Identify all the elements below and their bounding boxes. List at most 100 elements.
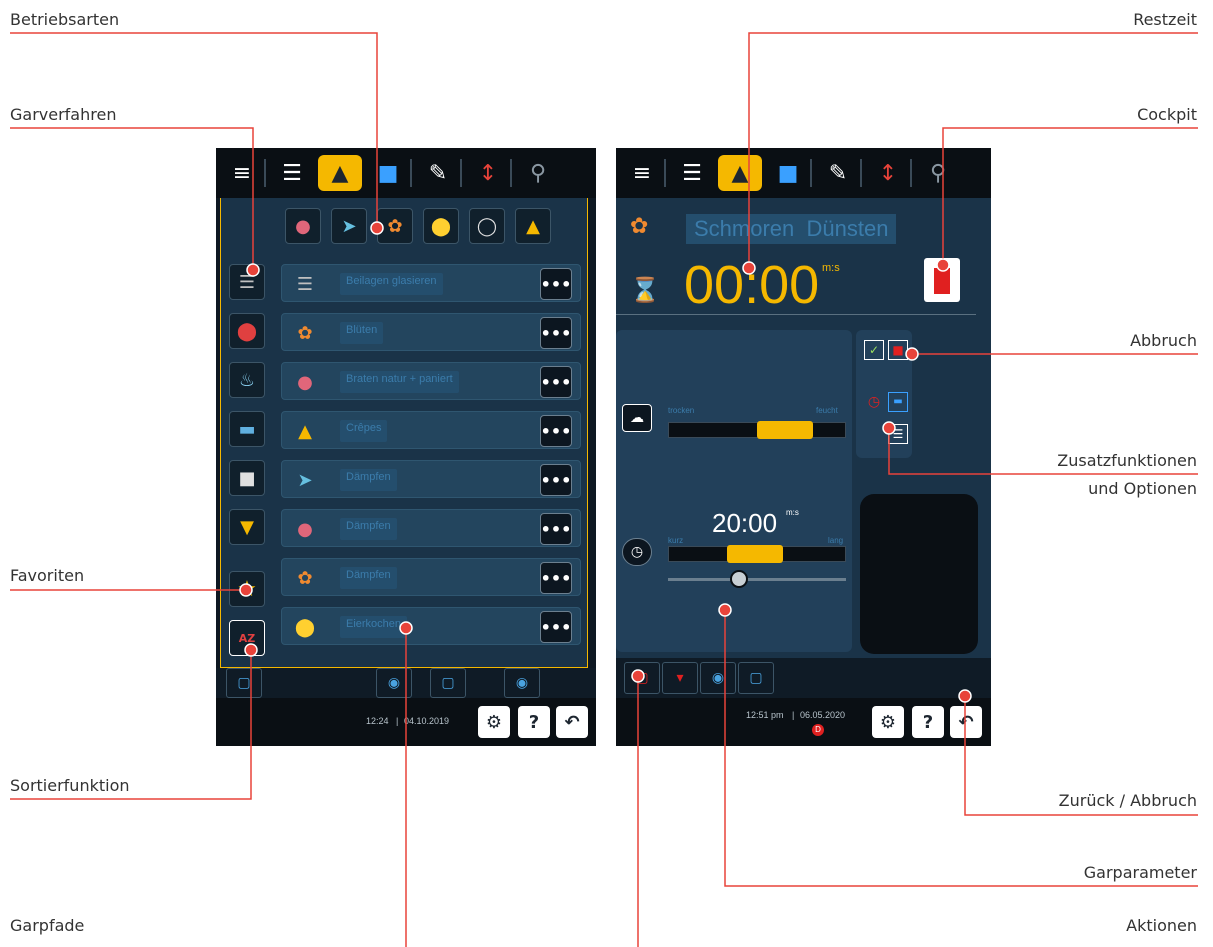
timer-red-icon[interactable]: ◷ (864, 392, 884, 412)
time-slider-knob[interactable] (727, 545, 783, 563)
tray-in-icon[interactable]: ▾ (662, 662, 698, 694)
settings-button[interactable]: ⚙ (478, 706, 510, 738)
sliders-icon[interactable]: ☰ (270, 155, 314, 191)
fine-slider-knob[interactable] (730, 570, 748, 588)
checklist-icon[interactable]: ✓ (864, 340, 884, 360)
tray-icon[interactable]: ▢ (226, 668, 262, 698)
list-item[interactable]: ▲ Crêpes ••• (281, 411, 581, 449)
chart-icon[interactable]: ■ (366, 155, 410, 191)
left-device-screen: ≡ ☰ ▲ ■ ✎ ↕ ⚲ ● ➤ ✿ ⬤ ◯ ▲ ☰ ⬤ ♨ ▬ ■ ▼ ★ … (216, 148, 596, 746)
back-abort-button[interactable]: ↶ (950, 706, 982, 738)
divider (664, 159, 666, 187)
sliders-icon[interactable]: ☰ (670, 155, 714, 191)
help-button[interactable]: ? (912, 706, 944, 738)
drop-icon[interactable]: ◉ (504, 668, 540, 698)
sort-az-icon[interactable]: AZ (229, 620, 265, 656)
divider (264, 159, 266, 187)
settings-button[interactable]: ⚙ (872, 706, 904, 738)
callout-garparameter: Garparameter (1083, 863, 1197, 882)
soup-icon[interactable]: ◯ (469, 208, 505, 244)
divider (910, 159, 912, 187)
pot-steam-icon[interactable]: ♨ (229, 362, 265, 398)
right-content-area: ✿ Schmoren Dünsten ⌛ 00:00 m:s ☁ trocken… (616, 198, 991, 668)
drop-icon[interactable]: ◉ (376, 668, 412, 698)
more-button[interactable]: ••• (540, 562, 572, 594)
more-button[interactable]: ••• (540, 366, 572, 398)
help-button[interactable]: ? (518, 706, 550, 738)
more-button[interactable]: ••• (540, 268, 572, 300)
list-item[interactable]: ● Braten natur + paniert ••• (281, 362, 581, 400)
clock-date: 04.10.2019 (404, 716, 450, 726)
tray-icon[interactable]: ▢ (430, 668, 466, 698)
tray-out-icon[interactable]: ▢ (624, 662, 660, 694)
edit-icon[interactable]: ✎ (816, 155, 860, 191)
more-button[interactable]: ••• (540, 464, 572, 496)
roaster-icon[interactable]: ▬ (229, 411, 265, 447)
dessert-icon[interactable]: ▲ (515, 208, 551, 244)
clock-date: 06.05.2020 (800, 710, 846, 720)
list-item-label: Dämpfen (340, 567, 397, 589)
abort-icon[interactable]: ■ (888, 340, 908, 360)
rack-icon[interactable]: ☰ (229, 264, 265, 300)
oil-icon[interactable]: ▼ (229, 509, 265, 545)
meat-icon: ● (297, 371, 313, 393)
menu-icon[interactable]: ≡ (620, 155, 664, 191)
edit-icon[interactable]: ✎ (416, 155, 460, 191)
star-icon[interactable]: ★ (229, 571, 265, 607)
divider (510, 159, 512, 187)
meat-icon[interactable]: ● (285, 208, 321, 244)
chart-icon[interactable]: ■ (766, 155, 810, 191)
drop-icon[interactable]: ◉ (700, 662, 736, 694)
list-item[interactable]: ● Dämpfen ••• (281, 509, 581, 547)
more-button[interactable]: ••• (540, 317, 572, 349)
hourglass-icon: ⌛ (630, 276, 660, 304)
list-item[interactable]: ➤ Dämpfen ••• (281, 460, 581, 498)
list-item-label: Eierkochen (340, 616, 408, 638)
callout-garpfade: Garpfade (10, 916, 85, 935)
more-button[interactable]: ••• (540, 513, 572, 545)
humidity-slider-knob[interactable] (757, 421, 813, 439)
remaining-time: 00:00 (684, 255, 820, 315)
callout-abbruch: Abbruch (1130, 331, 1197, 350)
list-item[interactable]: ⬤ Eierkochen ••• (281, 607, 581, 645)
tray-blue-icon[interactable]: ▬ (888, 392, 908, 412)
timer-icon: ◷ (622, 538, 652, 566)
back-button[interactable]: ↶ (556, 706, 588, 738)
tray-water-icon[interactable]: ▢ (738, 662, 774, 694)
sort-icon[interactable]: ↕ (866, 155, 910, 191)
left-action-strip: ▢ ◉ ▢ ◉ (216, 668, 596, 700)
more-button[interactable]: ••• (540, 611, 572, 643)
list-item[interactable]: ☰ Beilagen glasieren ••• (281, 264, 581, 302)
slider2-left-label: kurz (668, 536, 684, 545)
vegetable-icon[interactable]: ✿ (377, 208, 413, 244)
callout-zurueck-abbruch: Zurück / Abbruch (1058, 791, 1197, 810)
rack-icon: ☰ (296, 273, 314, 295)
parameter-panel: ☁ trocken feucht 20:00 m:s ◷ kurz lang (616, 330, 852, 652)
chef-hat-icon[interactable]: ▲ (718, 155, 762, 191)
fish-icon[interactable]: ➤ (331, 208, 367, 244)
search-icon[interactable]: ⚲ (916, 155, 960, 191)
egg-icon[interactable]: ⬤ (423, 208, 459, 244)
clock-time: 12:51 pm (746, 710, 784, 720)
cockpit-button[interactable] (924, 258, 960, 302)
fine-slider-track[interactable] (668, 578, 846, 581)
search-icon[interactable]: ⚲ (516, 155, 560, 191)
settings-sliders-icon[interactable]: ☰ (888, 424, 908, 444)
leader-lines (10, 32, 1198, 947)
left-content-area: ● ➤ ✿ ⬤ ◯ ▲ ☰ ⬤ ♨ ▬ ■ ▼ ★ AZ ☰ Beilagen … (220, 198, 588, 668)
time-slider[interactable] (668, 545, 846, 563)
sort-icon[interactable]: ↕ (466, 155, 510, 191)
pan-icon[interactable]: ⬤ (229, 313, 265, 349)
humidity-slider[interactable] (668, 421, 846, 439)
pot-icon[interactable]: ■ (229, 460, 265, 496)
divider (460, 159, 462, 187)
chef-hat-icon[interactable]: ▲ (318, 155, 362, 191)
list-item-label: Blüten (340, 322, 384, 344)
more-button[interactable]: ••• (540, 415, 572, 447)
list-item-label: Braten natur + paniert (340, 371, 459, 393)
placeholder-panel (860, 494, 978, 654)
list-item[interactable]: ✿ Blüten ••• (281, 313, 581, 351)
list-item[interactable]: ✿ Dämpfen ••• (281, 558, 581, 596)
egg-icon: ⬤ (294, 616, 316, 638)
menu-icon[interactable]: ≡ (220, 155, 264, 191)
